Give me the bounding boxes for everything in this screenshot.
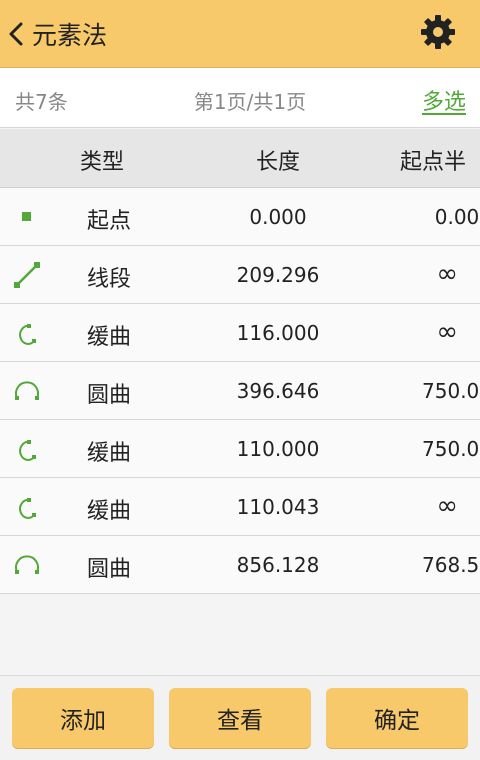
table-row[interactable]: 圆曲 856.128 768.50 (0, 536, 480, 594)
page-indicator: 第1页/共1页 (193, 90, 307, 114)
table-row[interactable]: 缓曲 110.043 ∞ (0, 478, 480, 536)
back-button[interactable]: 元素法 (6, 14, 126, 54)
row-type: 线段 (87, 267, 132, 292)
chevron-left-icon (6, 21, 28, 47)
gear-icon[interactable] (420, 14, 456, 50)
table-row[interactable]: 缓曲 110.000 750.00 (0, 420, 480, 478)
page-title: 元素法 (32, 21, 108, 50)
row-start-radius: 0.000 (434, 205, 480, 229)
row-length: 396.646 (236, 379, 320, 403)
app-header: 元素法 (0, 0, 480, 68)
multi-select-link[interactable]: 多选 (422, 84, 466, 116)
action-bar: 添加 查看 确定 (0, 675, 480, 760)
row-type: 起点 (87, 209, 132, 234)
row-length: 856.128 (236, 553, 320, 577)
element-table: 类型 长度 起点半 起点 0.000 0.000 线段 209.296 ∞ 缓曲… (0, 129, 480, 594)
add-button[interactable]: 添加 (12, 688, 154, 748)
row-start-radius: 750.00 (422, 379, 480, 403)
row-start-radius: 768.50 (422, 553, 480, 577)
column-header-start-radius: 起点半 (400, 150, 467, 175)
spiral-curve-icon (12, 318, 42, 348)
confirm-button[interactable]: 确定 (326, 688, 468, 748)
view-button[interactable]: 查看 (169, 688, 311, 748)
row-length: 0.000 (249, 205, 307, 229)
table-row[interactable]: 圆曲 396.646 750.00 (0, 362, 480, 420)
table-row[interactable]: 起点 0.000 0.000 (0, 188, 480, 246)
column-header-length: 长度 (256, 150, 301, 175)
row-start-radius: ∞ (436, 491, 458, 521)
spiral-curve-icon (12, 492, 42, 522)
record-count: 共7条 (15, 90, 68, 114)
spiral-curve-icon (12, 434, 42, 464)
list-info-bar: 共7条 第1页/共1页 多选 (0, 68, 480, 128)
point-icon (12, 202, 42, 232)
circular-curve-icon (12, 376, 42, 406)
table-row[interactable]: 线段 209.296 ∞ (0, 246, 480, 304)
row-start-radius: ∞ (436, 259, 458, 289)
row-type: 缓曲 (87, 441, 132, 466)
row-type: 缓曲 (87, 325, 132, 350)
row-length: 110.043 (236, 495, 320, 519)
row-length: 116.000 (236, 321, 320, 345)
circular-curve-icon (12, 550, 42, 580)
row-type: 缓曲 (87, 499, 132, 524)
row-start-radius: 750.00 (422, 437, 480, 461)
row-type: 圆曲 (87, 557, 132, 582)
line-segment-icon (12, 260, 42, 290)
row-length: 209.296 (236, 263, 320, 287)
row-start-radius: ∞ (436, 317, 458, 347)
table-row[interactable]: 缓曲 116.000 ∞ (0, 304, 480, 362)
table-header: 类型 长度 起点半 (0, 129, 480, 188)
row-type: 圆曲 (87, 383, 132, 408)
column-header-type: 类型 (80, 150, 125, 175)
row-length: 110.000 (236, 437, 320, 461)
